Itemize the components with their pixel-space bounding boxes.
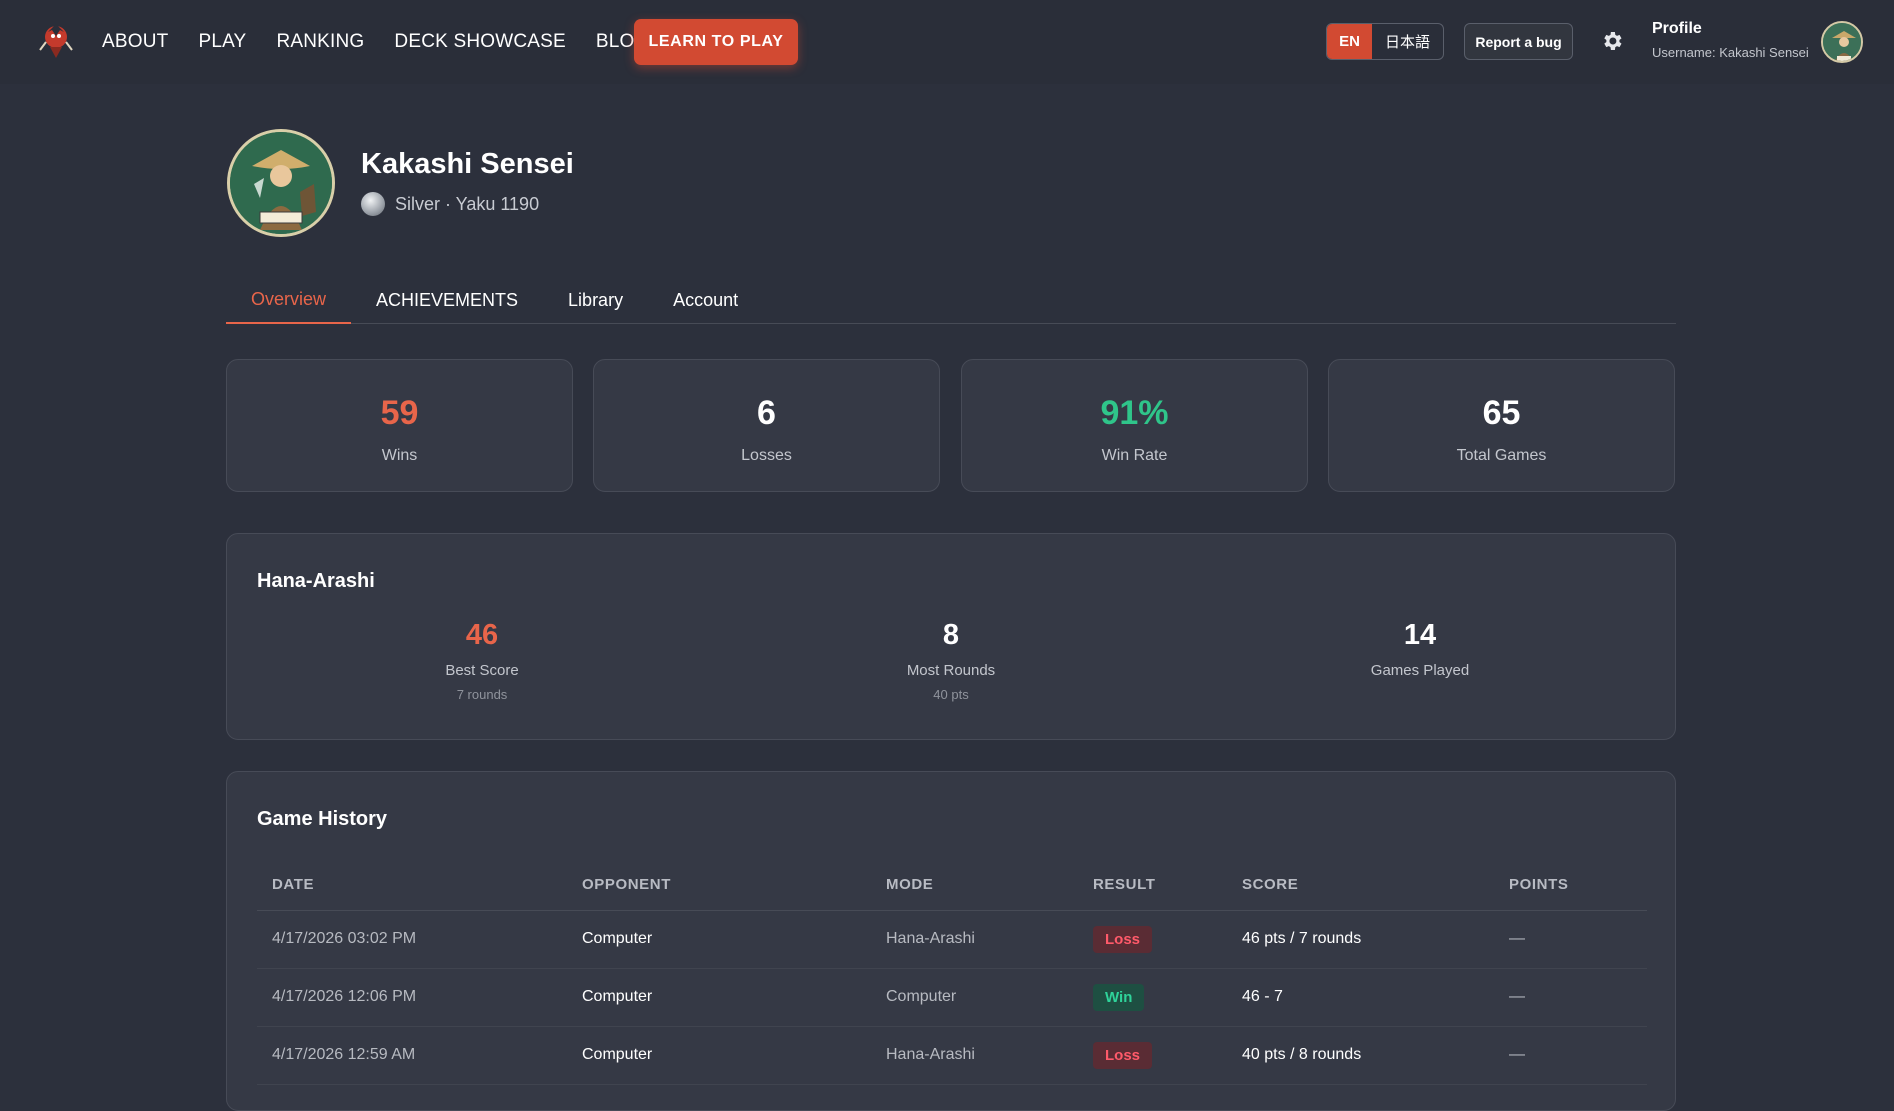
profile-tabs: Overview ACHIEVEMENTS Library Account	[226, 276, 1676, 324]
stat-label: Losses	[741, 447, 792, 464]
game-history-table: DATE OPPONENT MODE RESULT SCORE POINTS 4…	[257, 860, 1647, 1085]
stat-label: Wins	[381, 447, 418, 464]
cell-mode: Hana-Arashi	[871, 1026, 1078, 1085]
stat-value: 59	[380, 394, 419, 432]
col-date[interactable]: DATE	[257, 860, 567, 911]
monk-portrait-icon	[230, 132, 332, 234]
profile-title: Profile	[1652, 20, 1702, 37]
table-row[interactable]: 4/17/2026 12:59 AM Computer Hana-Arashi …	[257, 1026, 1647, 1085]
stat-value: 46	[465, 619, 499, 651]
cell-mode: Hana-Arashi	[871, 910, 1078, 969]
cell-score: 46 - 7	[1227, 968, 1494, 1027]
cell-opponent: Computer	[567, 968, 871, 1027]
learn-to-play-button[interactable]: LEARN TO PLAY	[634, 19, 798, 65]
table-header-row: DATE OPPONENT MODE RESULT SCORE POINTS	[257, 860, 1647, 911]
player-name: Kakashi Sensei	[361, 148, 574, 180]
nav-play[interactable]: PLAY	[198, 31, 246, 53]
cell-opponent: Computer	[567, 910, 871, 969]
col-opponent[interactable]: OPPONENT	[567, 860, 871, 911]
tab-overview[interactable]: Overview	[226, 276, 352, 324]
stat-label: Win Rate	[1101, 447, 1168, 464]
logo-icon[interactable]	[36, 20, 76, 60]
result-badge: Win	[1093, 983, 1145, 1011]
player-rank: Silver · Yaku 1190	[361, 192, 539, 216]
cell-date: 4/17/2026 03:02 PM	[257, 910, 567, 969]
cell-points: —	[1494, 968, 1647, 1027]
cell-points: —	[1494, 910, 1647, 969]
cell-date: 4/17/2026 12:06 PM	[257, 968, 567, 1027]
stat-label: Best Score	[445, 662, 519, 679]
profile-menu[interactable]: Profile Username: Kakashi Sensei	[1652, 20, 1809, 60]
silver-rank-icon	[361, 192, 385, 216]
stat-value: 14	[1403, 619, 1437, 651]
panel-title: Hana-Arashi	[257, 570, 375, 592]
settings-gear-icon[interactable]	[1600, 29, 1624, 53]
col-result[interactable]: RESULT	[1078, 860, 1227, 911]
cell-score: 40 pts / 8 rounds	[1227, 1026, 1494, 1085]
language-switcher: EN 日本語	[1326, 23, 1444, 60]
best-score-stat: 46 Best Score 7 rounds	[332, 619, 632, 702]
stat-label: Most Rounds	[906, 662, 996, 679]
tab-account[interactable]: Account	[648, 276, 763, 324]
col-mode[interactable]: MODE	[871, 860, 1078, 911]
stat-value: 91%	[1100, 394, 1169, 432]
cell-date: 4/17/2026 12:59 AM	[257, 1026, 567, 1085]
result-badge: Loss	[1093, 1041, 1153, 1069]
rank-text: Silver · Yaku 1190	[395, 193, 540, 214]
stat-value: 65	[1482, 394, 1521, 432]
panel-title: Game History	[257, 808, 388, 830]
stat-card-wins: 59 Wins	[226, 359, 573, 492]
profile-username: Username: Kakashi Sensei	[1652, 45, 1809, 60]
nav-deck-showcase[interactable]: DECK SHOWCASE	[394, 31, 566, 53]
cell-mode: Computer	[871, 968, 1078, 1027]
stat-card-win-rate: 91% Win Rate	[961, 359, 1308, 492]
stat-sub: 40 pts	[933, 687, 969, 702]
cell-result: Win	[1078, 968, 1227, 1027]
stat-value: 6	[757, 394, 776, 432]
table-row[interactable]: 4/17/2026 03:02 PM Computer Hana-Arashi …	[257, 910, 1647, 969]
col-score[interactable]: SCORE	[1227, 860, 1494, 911]
hana-arashi-panel: Hana-Arashi 46 Best Score 7 rounds 8 Mos…	[226, 533, 1676, 740]
stat-card-total-games: 65 Total Games	[1328, 359, 1675, 492]
result-badge: Loss	[1093, 925, 1153, 953]
stat-label: Games Played	[1370, 662, 1470, 679]
main-nav: ABOUT PLAY RANKING DECK SHOWCASE BLOG	[102, 0, 650, 84]
nav-ranking[interactable]: RANKING	[276, 31, 364, 53]
nav-about[interactable]: ABOUT	[102, 31, 168, 53]
most-rounds-stat: 8 Most Rounds 40 pts	[801, 619, 1101, 702]
games-played-stat: 14 Games Played	[1270, 619, 1570, 687]
profile-avatar	[227, 129, 335, 237]
cell-result: Loss	[1078, 910, 1227, 969]
stat-card-losses: 6 Losses	[593, 359, 940, 492]
stat-label: Total Games	[1456, 447, 1547, 464]
avatar-monk-icon	[1823, 23, 1861, 61]
cell-score: 46 pts / 7 rounds	[1227, 910, 1494, 969]
top-navbar: ABOUT PLAY RANKING DECK SHOWCASE BLOG LE…	[0, 0, 1894, 84]
cell-points: —	[1494, 1026, 1647, 1085]
tab-library[interactable]: Library	[543, 276, 648, 324]
cell-opponent: Computer	[567, 1026, 871, 1085]
cell-result: Loss	[1078, 1026, 1227, 1085]
stat-sub: 7 rounds	[456, 687, 508, 702]
tab-achievements[interactable]: ACHIEVEMENTS	[351, 276, 543, 324]
report-bug-button[interactable]: Report a bug	[1464, 23, 1573, 60]
lang-en-button[interactable]: EN	[1327, 24, 1372, 59]
lang-ja-button[interactable]: 日本語	[1372, 24, 1443, 59]
game-history-panel: Game History DATE OPPONENT MODE RESULT S…	[226, 771, 1676, 1111]
avatar[interactable]	[1821, 21, 1863, 63]
table-row[interactable]: 4/17/2026 12:06 PM Computer Computer Win…	[257, 968, 1647, 1027]
col-points[interactable]: POINTS	[1494, 860, 1647, 911]
stat-value: 8	[942, 619, 960, 651]
